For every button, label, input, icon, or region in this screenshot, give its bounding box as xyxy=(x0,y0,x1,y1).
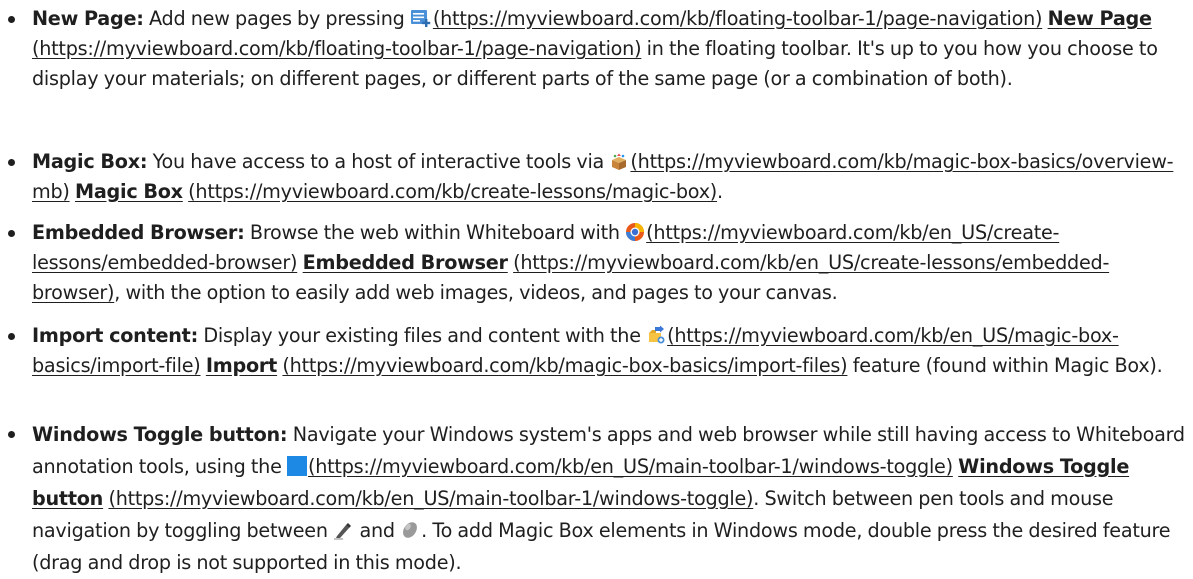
item-title: Embedded Browser: xyxy=(32,221,245,244)
magic-box-link[interactable]: Magic Box xyxy=(75,180,183,203)
item-text-and: and xyxy=(359,519,395,542)
item-text: Add new pages by pressing xyxy=(149,7,405,30)
item-title: New Page: xyxy=(32,7,144,30)
list-item-import-content: Import content: Display your existing fi… xyxy=(8,321,1187,381)
item-text: Display your existing files and content … xyxy=(203,324,641,347)
pen-icon[interactable] xyxy=(333,520,353,540)
windows-toggle-icon[interactable] xyxy=(287,456,308,476)
document-body: New Page: Add new pages by pressing (htt… xyxy=(0,0,1193,578)
windows-toggle-link[interactable]: (https://myviewboard.com/kb/en_US/main-t… xyxy=(308,455,953,478)
list-item-new-page: New Page: Add new pages by pressing (htt… xyxy=(8,4,1187,94)
item-text-continued: feature (found within Magic Box). xyxy=(852,354,1163,377)
item-text: You have access to a host of interactive… xyxy=(152,150,605,173)
item-text-continued: . xyxy=(717,180,723,203)
magic-box-icon[interactable] xyxy=(609,153,629,171)
import-files-link[interactable]: (https://myviewboard.com/kb/magic-box-ba… xyxy=(282,354,847,377)
item-title: Windows Toggle button: xyxy=(32,423,288,446)
embedded-browser-strong-link[interactable]: Embedded Browser xyxy=(303,251,508,274)
import-link[interactable]: Import xyxy=(206,354,277,377)
list-item-windows-toggle: Windows Toggle button: Navigate your Win… xyxy=(8,419,1187,579)
new-page-icon[interactable] xyxy=(410,8,432,28)
item-title: Magic Box: xyxy=(32,150,148,173)
import-icon[interactable] xyxy=(646,325,666,345)
magic-box-lessons-link[interactable]: (https://myviewboard.com/kb/create-lesso… xyxy=(188,180,717,203)
new-page-link[interactable]: New Page xyxy=(1048,7,1152,30)
windows-toggle-link-2[interactable]: (https://myviewboard.com/kb/en_US/main-t… xyxy=(108,487,753,510)
item-title: Import content: xyxy=(32,324,199,347)
page-navigation-link[interactable]: (https://myviewboard.com/kb/floating-too… xyxy=(433,7,1043,30)
page-navigation-link-2[interactable]: (https://myviewboard.com/kb/floating-too… xyxy=(32,37,642,60)
mouse-icon[interactable] xyxy=(400,520,420,540)
browser-icon[interactable] xyxy=(625,222,645,242)
item-text: Browse the web within Whiteboard with xyxy=(249,221,620,244)
item-text-continued: , with the option to easily add web imag… xyxy=(114,281,838,304)
list-item-magic-box: Magic Box: You have access to a host of … xyxy=(8,147,1187,207)
list-item-embedded-browser: Embedded Browser: Browse the web within … xyxy=(8,218,1187,308)
